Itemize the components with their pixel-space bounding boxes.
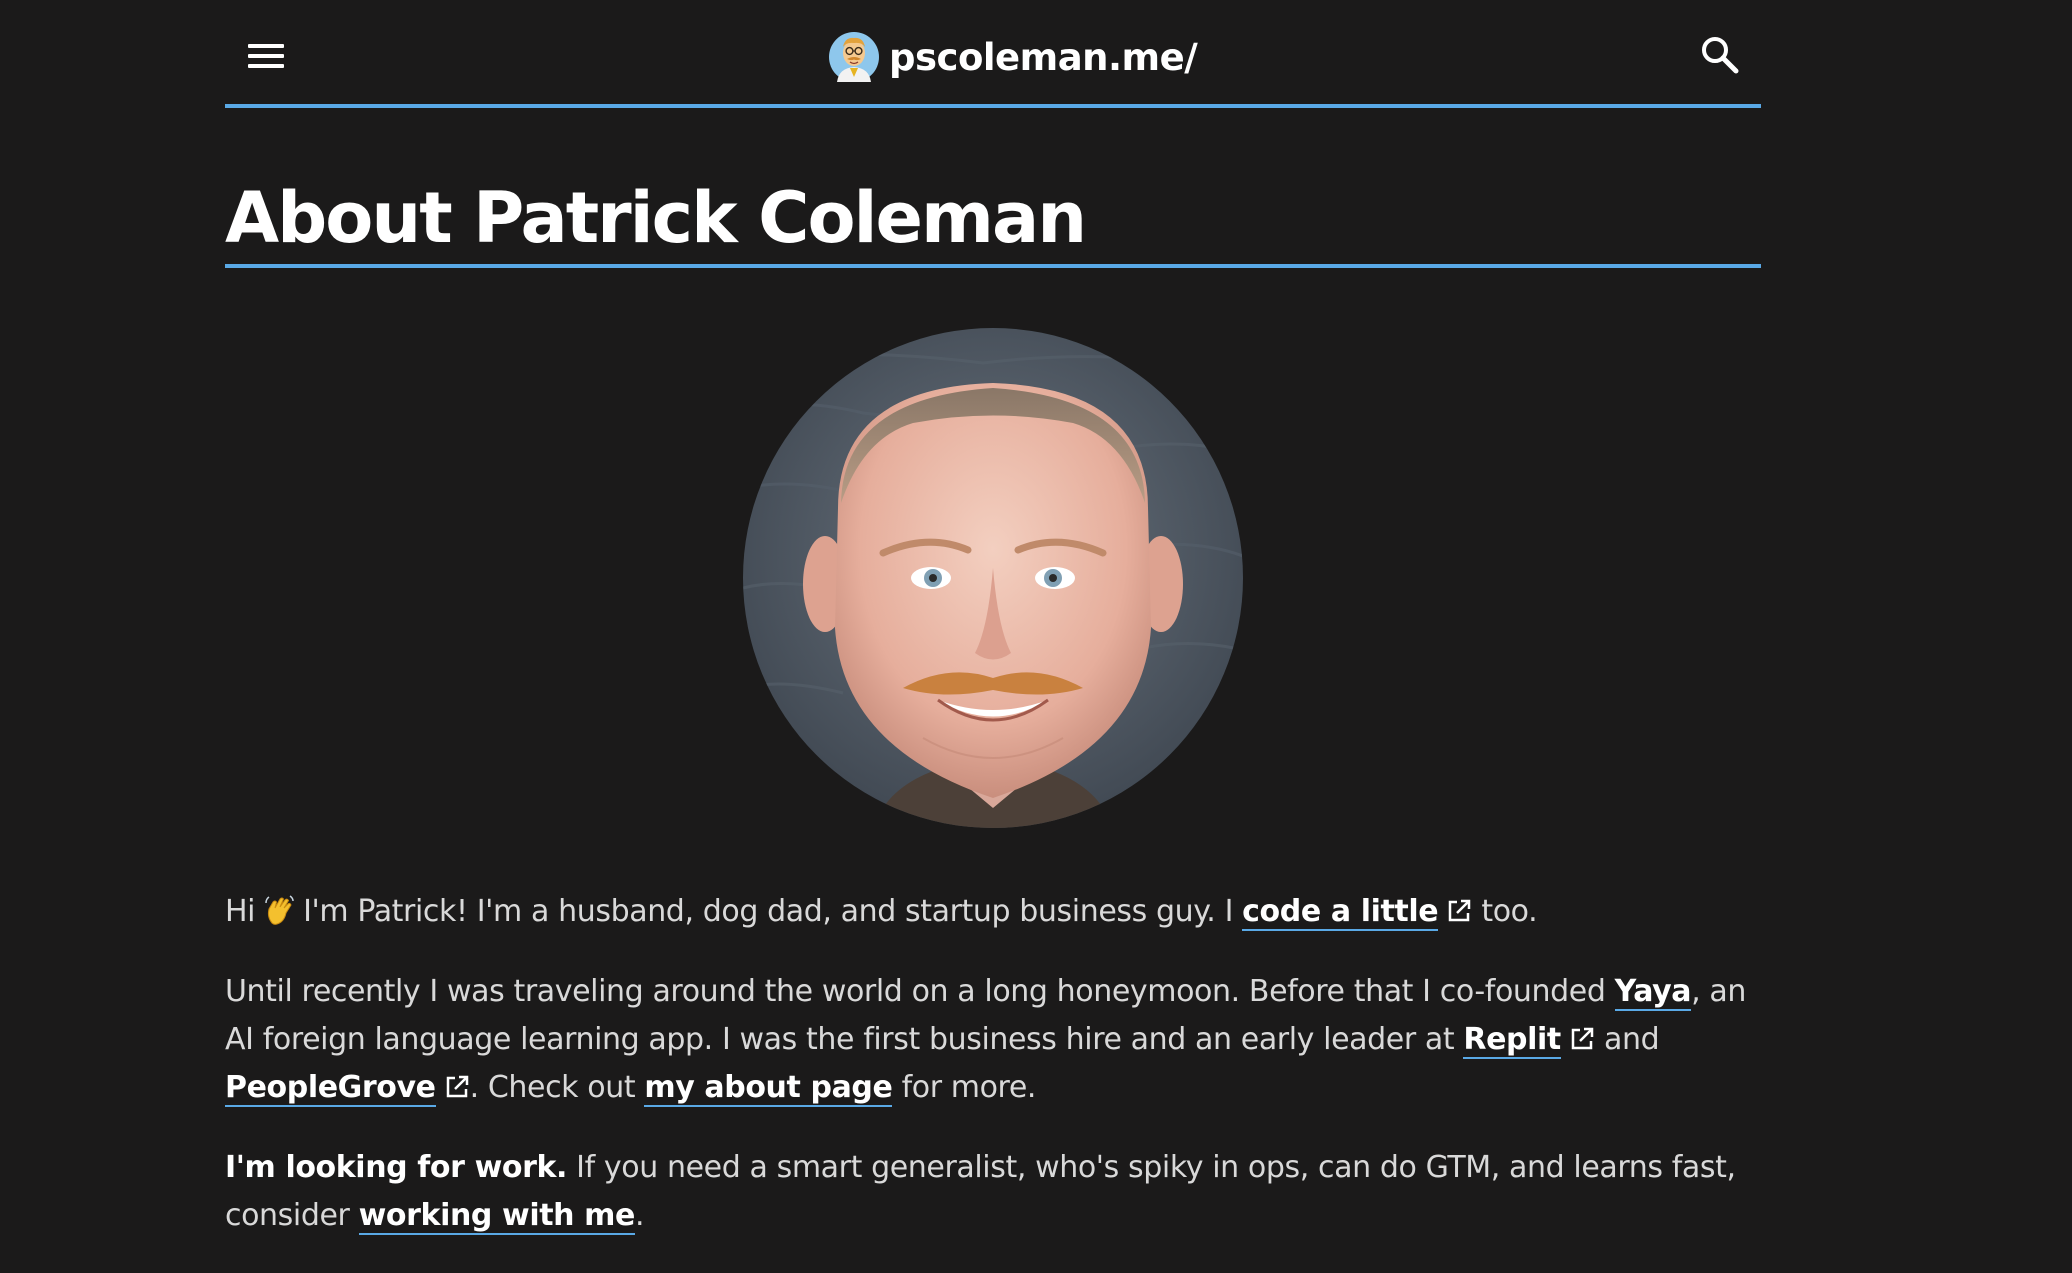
cartoon-avatar-icon [829,32,879,82]
looking-for-work-text: I'm looking for work. [225,1150,568,1185]
bio-text-1: Until recently I was traveling around th… [225,974,1615,1009]
yaya-link[interactable]: Yaya [1614,974,1692,1011]
page-container: pscoleman.me/ About Patrick Coleman Hi I… [225,0,1761,1235]
profile-photo [743,328,1243,828]
working-with-me-link[interactable]: working with me [358,1198,635,1235]
site-brand-link[interactable]: pscoleman.me/ [829,32,1198,82]
bio-text-3: and [1594,1022,1660,1057]
intro-hi-text: Hi [225,894,256,929]
site-name: pscoleman.me/ [889,35,1198,79]
peoplegrove-link[interactable]: PeopleGrove [225,1070,436,1107]
intro-paragraph: Hi I'm Patrick! I'm a husband, dog dad, … [225,888,1761,936]
intro-text: I'm Patrick! I'm a husband, dog dad, and… [303,894,1243,929]
replit-link[interactable]: Replit [1463,1022,1561,1059]
bio-paragraph: Until recently I was traveling around th… [225,968,1761,1112]
code-a-little-link[interactable]: code a little [1242,894,1439,931]
search-icon[interactable] [1699,34,1741,76]
hamburger-menu-icon[interactable] [246,36,286,76]
work-tail-text: . [635,1198,645,1233]
waving-hand-emoji [265,895,294,925]
bio-text-5: for more. [892,1070,1037,1105]
external-link-icon [1448,899,1471,922]
work-paragraph: I'm looking for work. If you need a smar… [225,1144,1761,1240]
intro-tail-text: too. [1472,894,1538,929]
bio-text-4: . Check out [469,1070,645,1105]
external-link-icon [446,1075,468,1098]
page-title: About Patrick Coleman [225,108,1761,268]
external-link-icon [1571,1027,1594,1050]
site-header: pscoleman.me/ [225,0,1761,108]
about-content: Hi I'm Patrick! I'm a husband, dog dad, … [225,888,1761,1272]
about-page-link[interactable]: my about page [644,1070,893,1107]
